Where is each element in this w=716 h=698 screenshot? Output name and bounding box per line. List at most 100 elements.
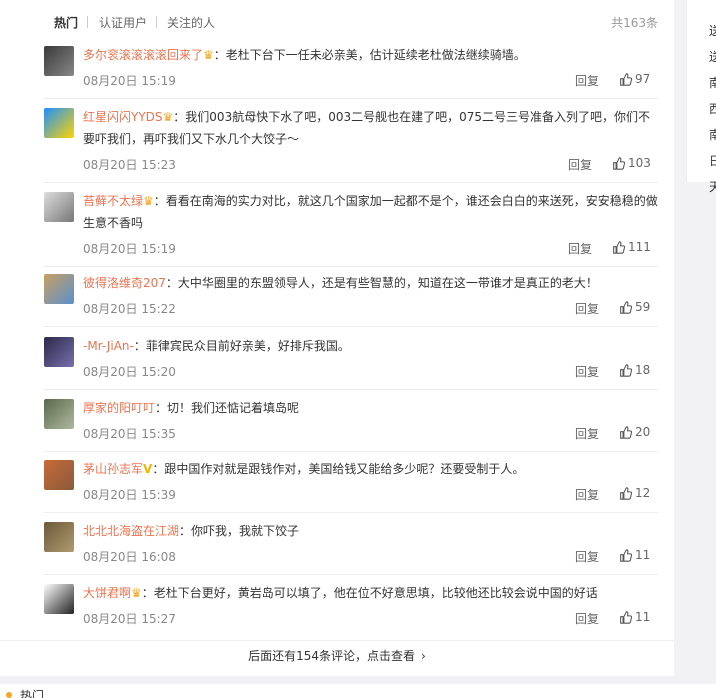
thumbs-up-icon (619, 72, 635, 86)
sidebar-item[interactable]: 西 (709, 100, 716, 117)
comment-time: 08月20日 15:27 (83, 612, 176, 626)
comment-meta: 08月20日 15:19 回复 97 (83, 72, 658, 90)
verified-v-icon: V (143, 462, 153, 476)
comment-time: 08月20日 15:22 (83, 302, 176, 316)
like-button[interactable]: 12 (619, 486, 650, 500)
sidebar-item[interactable]: 日 (709, 152, 716, 169)
comment-item: -Mr-JiAn-：菲律宾民众目前好亲美，好排斥我国。 08月20日 15:20 回… (0, 333, 674, 390)
tab-verified-users[interactable]: 认证用户 (99, 14, 147, 31)
comment-divider (44, 389, 658, 390)
username-link[interactable]: 多尔衮滚滚滚滚回来了 (83, 48, 203, 62)
comment-divider (44, 574, 658, 575)
like-button[interactable]: 18 (619, 363, 650, 377)
like-count: 18 (635, 363, 651, 377)
avatar[interactable] (44, 399, 74, 429)
reply-button[interactable]: 回复 (575, 425, 599, 442)
reply-button[interactable]: 回复 (575, 72, 599, 89)
username-link[interactable]: 北北北海盗在江湖 (83, 524, 179, 538)
comment-meta: 08月20日 16:08 回复 11 (83, 548, 658, 566)
bottom-section-label: 热门 (20, 689, 45, 698)
reply-button[interactable]: 回复 (575, 548, 599, 565)
comment-divider (44, 266, 658, 267)
comment-item: 厚家的阳叮叮：切！我们还惦记着填岛呢 08月20日 15:35 回复 20 (0, 395, 674, 452)
username-link[interactable]: 厚家的阳叮叮 (83, 401, 155, 415)
comment-meta: 08月20日 15:20 回复 18 (83, 363, 658, 381)
like-button[interactable]: 103 (612, 156, 651, 170)
comment-body: ：看看在南海的实力对比，就这几个国家加一起都不是个，谁还会白白的来送死，安安稳稳… (83, 194, 658, 230)
comment-divider (44, 98, 658, 99)
comment-body: ：跟中国作对就是跟钱作对，美国给钱又能给多少呢？还要受制于人。 (152, 462, 525, 476)
like-button[interactable]: 11 (619, 610, 650, 624)
reply-button[interactable]: 回复 (575, 486, 599, 503)
sidebar-item[interactable]: 南 (709, 126, 716, 143)
reply-button[interactable]: 回复 (568, 156, 592, 173)
load-more-comments-link[interactable]: 后面还有154条评论，点击查看 › (0, 640, 674, 670)
like-button[interactable]: 97 (619, 72, 650, 86)
comment-meta: 08月20日 15:39 回复 12 (83, 486, 658, 504)
avatar[interactable] (44, 274, 74, 304)
comment-total-count: 共163条 (611, 16, 658, 30)
tab-hot[interactable]: 热门 (54, 14, 78, 31)
comment-divider (44, 182, 658, 183)
comment-meta: 08月20日 15:23 回复 103 (83, 156, 658, 174)
sidebar-item[interactable]: 南 (709, 74, 716, 91)
like-button[interactable]: 11 (619, 548, 650, 562)
comment-item: 彼得洛维奇207：大中华圈里的东盟领导人，还是有些智慧的，知道在这一带谁才是真正… (0, 270, 674, 327)
username-link[interactable]: 大饼君啊 (83, 586, 131, 600)
username-link[interactable]: 苔藓不太绿 (83, 194, 143, 208)
like-button[interactable]: 20 (619, 425, 650, 439)
crown-badge-icon: ♛ (143, 194, 154, 208)
chevron-right-icon: › (421, 649, 426, 663)
avatar[interactable] (44, 460, 74, 490)
comment-text: 苔藓不太绿♛：看看在南海的实力对比，就这几个国家加一起都不是个，谁还会白白的来送… (83, 190, 659, 234)
reply-button[interactable]: 回复 (575, 300, 599, 317)
username-link[interactable]: 茅山孙志军 (83, 462, 143, 476)
reply-button[interactable]: 回复 (568, 240, 592, 257)
reply-button[interactable]: 回复 (575, 363, 599, 380)
comment-time: 08月20日 15:19 (83, 242, 176, 256)
like-button[interactable]: 111 (612, 240, 651, 254)
username-link[interactable]: 红星闪闪YYDS (83, 110, 163, 124)
load-more-label: 后面还有154条评论，点击查看 (248, 649, 416, 663)
comment-panel: 热门 认证用户 关注的人 共163条 多尔衮滚滚滚滚回来了♛：老杜下台下一任未必… (0, 0, 674, 676)
thumbs-up-icon (619, 486, 635, 500)
avatar[interactable] (44, 192, 74, 222)
tab-following[interactable]: 关注的人 (167, 14, 215, 31)
tab-divider (87, 16, 88, 28)
avatar[interactable] (44, 337, 74, 367)
username-link[interactable]: -Mr-JiAn- (83, 339, 134, 353)
comment-meta: 08月20日 15:35 回复 20 (83, 425, 658, 443)
thumbs-up-icon (612, 240, 628, 254)
comment-body: ：老杜下台下一任未必亲美，估计延续老杜做法继续骑墙。 (213, 48, 526, 62)
like-button[interactable]: 59 (619, 300, 650, 314)
avatar[interactable] (44, 108, 74, 138)
comment-time: 08月20日 15:19 (83, 74, 176, 88)
comment-body: ：大中华圈里的东盟领导人，还是有些智慧的，知道在这一带谁才是真正的老大！ (165, 276, 598, 290)
username-link[interactable]: 彼得洛维奇207 (83, 276, 166, 290)
like-count: 11 (635, 610, 651, 624)
comment-time: 08月20日 15:35 (83, 427, 176, 441)
comment-text: 彼得洛维奇207：大中华圈里的东盟领导人，还是有些智慧的，知道在这一带谁才是真正… (83, 272, 659, 294)
like-count: 103 (628, 156, 651, 170)
avatar[interactable] (44, 584, 74, 614)
like-count: 12 (635, 486, 651, 500)
thumbs-up-icon (619, 300, 635, 314)
reply-button[interactable]: 回复 (575, 610, 599, 627)
thumbs-up-icon (619, 363, 635, 377)
comment-time: 08月20日 15:39 (83, 488, 176, 502)
comment-body: ：切！我们还惦记着填岛呢 (155, 401, 300, 415)
avatar[interactable] (44, 522, 74, 552)
comment-item: 红星闪闪YYDS♛：我们003航母快下水了吧，003二号舰也在建了吧，075二号… (0, 104, 674, 183)
comment-text: 多尔衮滚滚滚滚回来了♛：老杜下台下一任未必亲美，估计延续老杜做法继续骑墙。 (83, 44, 659, 66)
comment-time: 08月20日 16:08 (83, 550, 176, 564)
tab-divider (156, 16, 157, 28)
comment-body: ：老杜下台更好，黄岩岛可以填了，他在位不好意思填，比较他还比较会说中国的好话 (141, 586, 598, 600)
sidebar-item[interactable]: 送 (709, 22, 716, 39)
sidebar-card: 送送南西南日天 (686, 0, 716, 194)
like-count: 97 (635, 72, 651, 86)
sidebar-item[interactable]: 送 (709, 48, 716, 65)
avatar[interactable] (44, 46, 74, 76)
sidebar-item[interactable]: 天 (709, 178, 716, 195)
comment-text: 北北北海盗在江湖：你吓我，我就下饺子 (83, 520, 659, 542)
thumbs-up-icon (612, 156, 628, 170)
